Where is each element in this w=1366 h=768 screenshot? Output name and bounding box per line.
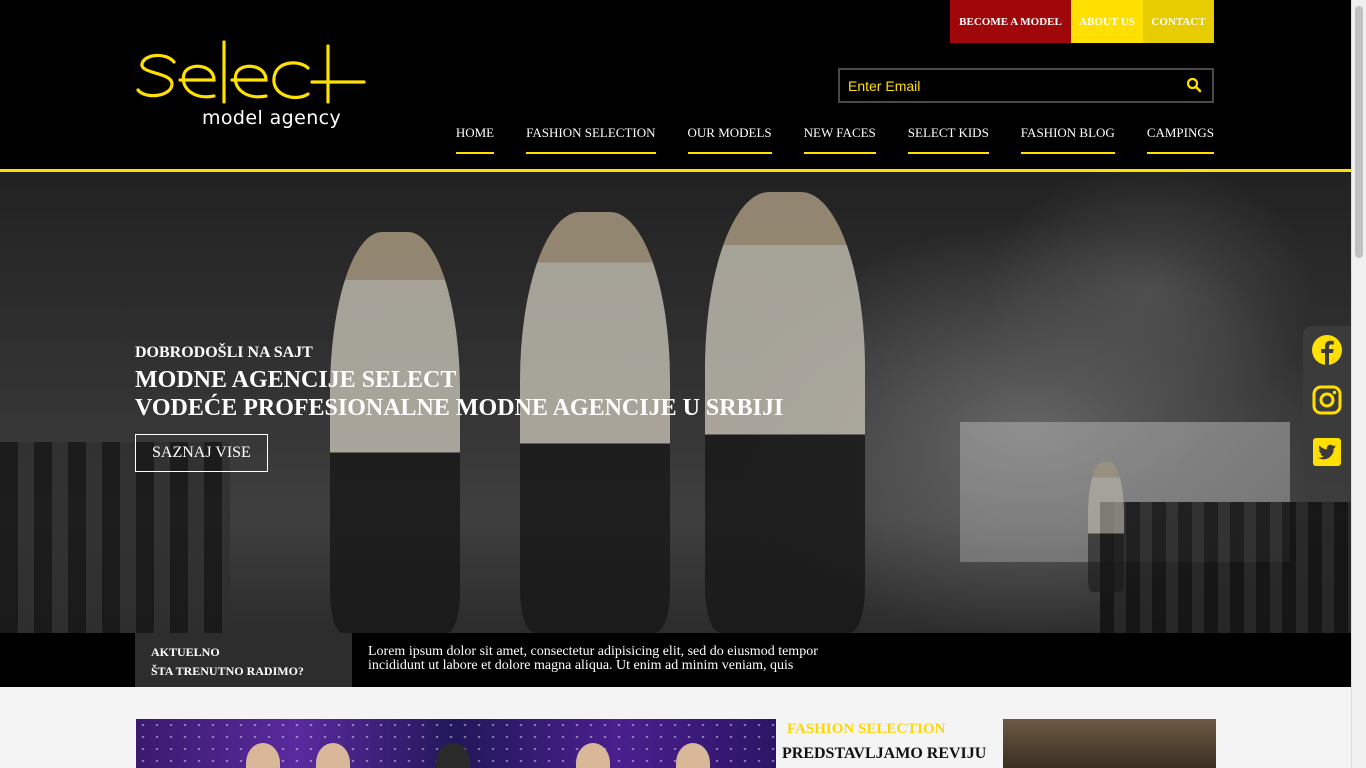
hero-kicker: DOBRODOŠLI NA SAJT xyxy=(135,344,313,361)
email-input[interactable] xyxy=(840,70,1160,101)
event-photo[interactable] xyxy=(1003,719,1216,768)
logo-wordmark xyxy=(136,40,366,104)
logo-tagline: model agency xyxy=(202,107,342,129)
photo-figure xyxy=(576,743,610,768)
top-bar: BECOME A MODEL ABOUT US CONTACT xyxy=(950,0,1214,43)
twitter-icon[interactable] xyxy=(1311,436,1343,468)
nav-fashion-blog[interactable]: FASHION BLOG xyxy=(1020,125,1115,154)
card-title[interactable]: PREDSTAVLJAMO REVIJU xyxy=(782,745,986,763)
hero-caption: DOBRODOŠLI NA SAJT MODNE AGENCIJE SELECT… xyxy=(135,344,783,472)
site-header: BECOME A MODEL ABOUT US CONTACT model ag xyxy=(0,0,1351,172)
nav-campings[interactable]: CAMPINGS xyxy=(1146,125,1214,154)
nav-fashion-selection[interactable]: FASHION SELECTION xyxy=(526,125,656,154)
photo-figure xyxy=(676,743,710,768)
nav-new-faces[interactable]: NEW FACES xyxy=(803,125,876,154)
news-strip-label: AKTUELNO ŠTA TRENUTNO RADIMO? xyxy=(135,633,352,687)
become-a-model-link[interactable]: BECOME A MODEL xyxy=(950,0,1071,43)
learn-more-button[interactable]: SAZNAJ VISE xyxy=(135,434,268,472)
search-icon[interactable] xyxy=(1186,77,1202,93)
hero-title-line2: VODEĆE PROFESIONALNE MODNE AGENCIJE U SR… xyxy=(135,395,784,421)
instagram-icon[interactable] xyxy=(1311,384,1343,416)
facebook-icon[interactable] xyxy=(1311,334,1343,366)
email-search-box xyxy=(838,68,1214,103)
about-us-link[interactable]: ABOUT US xyxy=(1071,0,1143,43)
photo-figure xyxy=(436,743,470,768)
site-logo[interactable]: model agency xyxy=(136,38,368,134)
main-navigation: HOME FASHION SELECTION OUR MODELS NEW FA… xyxy=(455,125,1214,154)
page-scrollbar[interactable] xyxy=(1351,0,1366,768)
hero-title-line1: MODNE AGENCIJE SELECT xyxy=(135,367,457,393)
news-strip-label-line2: ŠTA TRENUTNO RADIMO? xyxy=(151,664,304,678)
nav-home[interactable]: HOME xyxy=(455,125,495,154)
photo-figure xyxy=(316,743,350,768)
card-category[interactable]: FASHION SELECTION xyxy=(787,721,946,738)
social-sidebar xyxy=(1303,326,1351,479)
photo-figure xyxy=(246,743,280,768)
fashion-show-photo[interactable] xyxy=(136,719,776,768)
news-strip: AKTUELNO ŠTA TRENUTNO RADIMO? Lorem ipsu… xyxy=(0,633,1351,687)
news-strip-label-line1: AKTUELNO xyxy=(151,645,220,659)
nav-our-models[interactable]: OUR MODELS xyxy=(687,125,772,154)
contact-link[interactable]: CONTACT xyxy=(1143,0,1214,43)
nav-select-kids[interactable]: SELECT KIDS xyxy=(907,125,989,154)
scrollbar-thumb[interactable] xyxy=(1355,6,1363,258)
hero-banner: DOBRODOŠLI NA SAJT MODNE AGENCIJE SELECT… xyxy=(0,172,1351,633)
news-strip-text: Lorem ipsum dolor sit amet, consectetur … xyxy=(368,644,818,673)
